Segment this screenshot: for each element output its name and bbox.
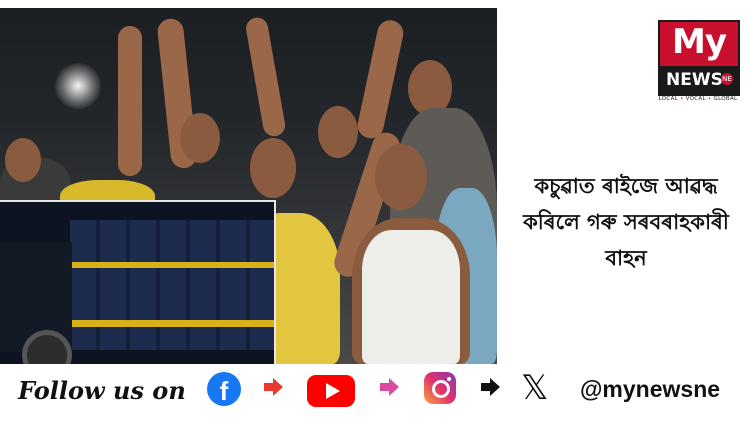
logo-tagline: LOCAL • VOCAL • GLOBAL <box>652 96 744 102</box>
vest <box>362 230 460 364</box>
headline-line-1: কচুৱাত ৰাইজে আৱদ্ধ <box>534 174 718 198</box>
tagline-dot: • <box>680 96 684 102</box>
headline: কচুৱাত ৰাইজে আৱদ্ধ কৰিলে গৰু সৰবৰাহকাৰী … <box>508 168 744 276</box>
facebook-icon[interactable]: f <box>207 372 241 406</box>
logo-ne-badge: NE <box>721 73 733 85</box>
headline-line-3: বাহন <box>605 246 647 270</box>
instagram-icon[interactable] <box>424 372 456 404</box>
tagline-local: LOCAL <box>658 96 678 102</box>
raised-arm <box>244 15 287 138</box>
crowd-head <box>5 138 41 182</box>
tagline-global: GLOBAL <box>713 96 738 102</box>
crowd-head <box>375 144 427 210</box>
x-icon[interactable]: 𝕏 <box>521 370 548 406</box>
logo-news-text: NEWS <box>666 70 723 90</box>
raised-arm <box>118 26 142 176</box>
tagline-dot: • <box>707 96 712 102</box>
crowd-head <box>318 106 358 158</box>
tagline-vocal: VOCAL <box>685 96 706 102</box>
headline-line-2: কৰিলে গৰু সৰবৰাহকাৰী <box>523 210 729 234</box>
crowd-head <box>250 138 296 198</box>
raised-arm <box>355 17 406 141</box>
truck-body <box>70 220 274 350</box>
mynewsne-logo: My NEWS NE <box>658 20 740 96</box>
logo-my-text: My <box>672 22 727 62</box>
street-light <box>55 63 101 109</box>
youtube-icon[interactable] <box>307 375 355 407</box>
social-handle[interactable]: @mynewsne <box>580 376 720 403</box>
truck-inset-photo <box>0 200 276 368</box>
truck-stripe <box>70 262 274 268</box>
follow-us-text: Follow us on <box>18 376 186 405</box>
crowd-head <box>180 113 220 163</box>
play-icon <box>326 383 340 399</box>
social-footer: Follow us on f 𝕏 @mynewsne <box>0 364 750 430</box>
truck-stripe <box>70 320 274 327</box>
